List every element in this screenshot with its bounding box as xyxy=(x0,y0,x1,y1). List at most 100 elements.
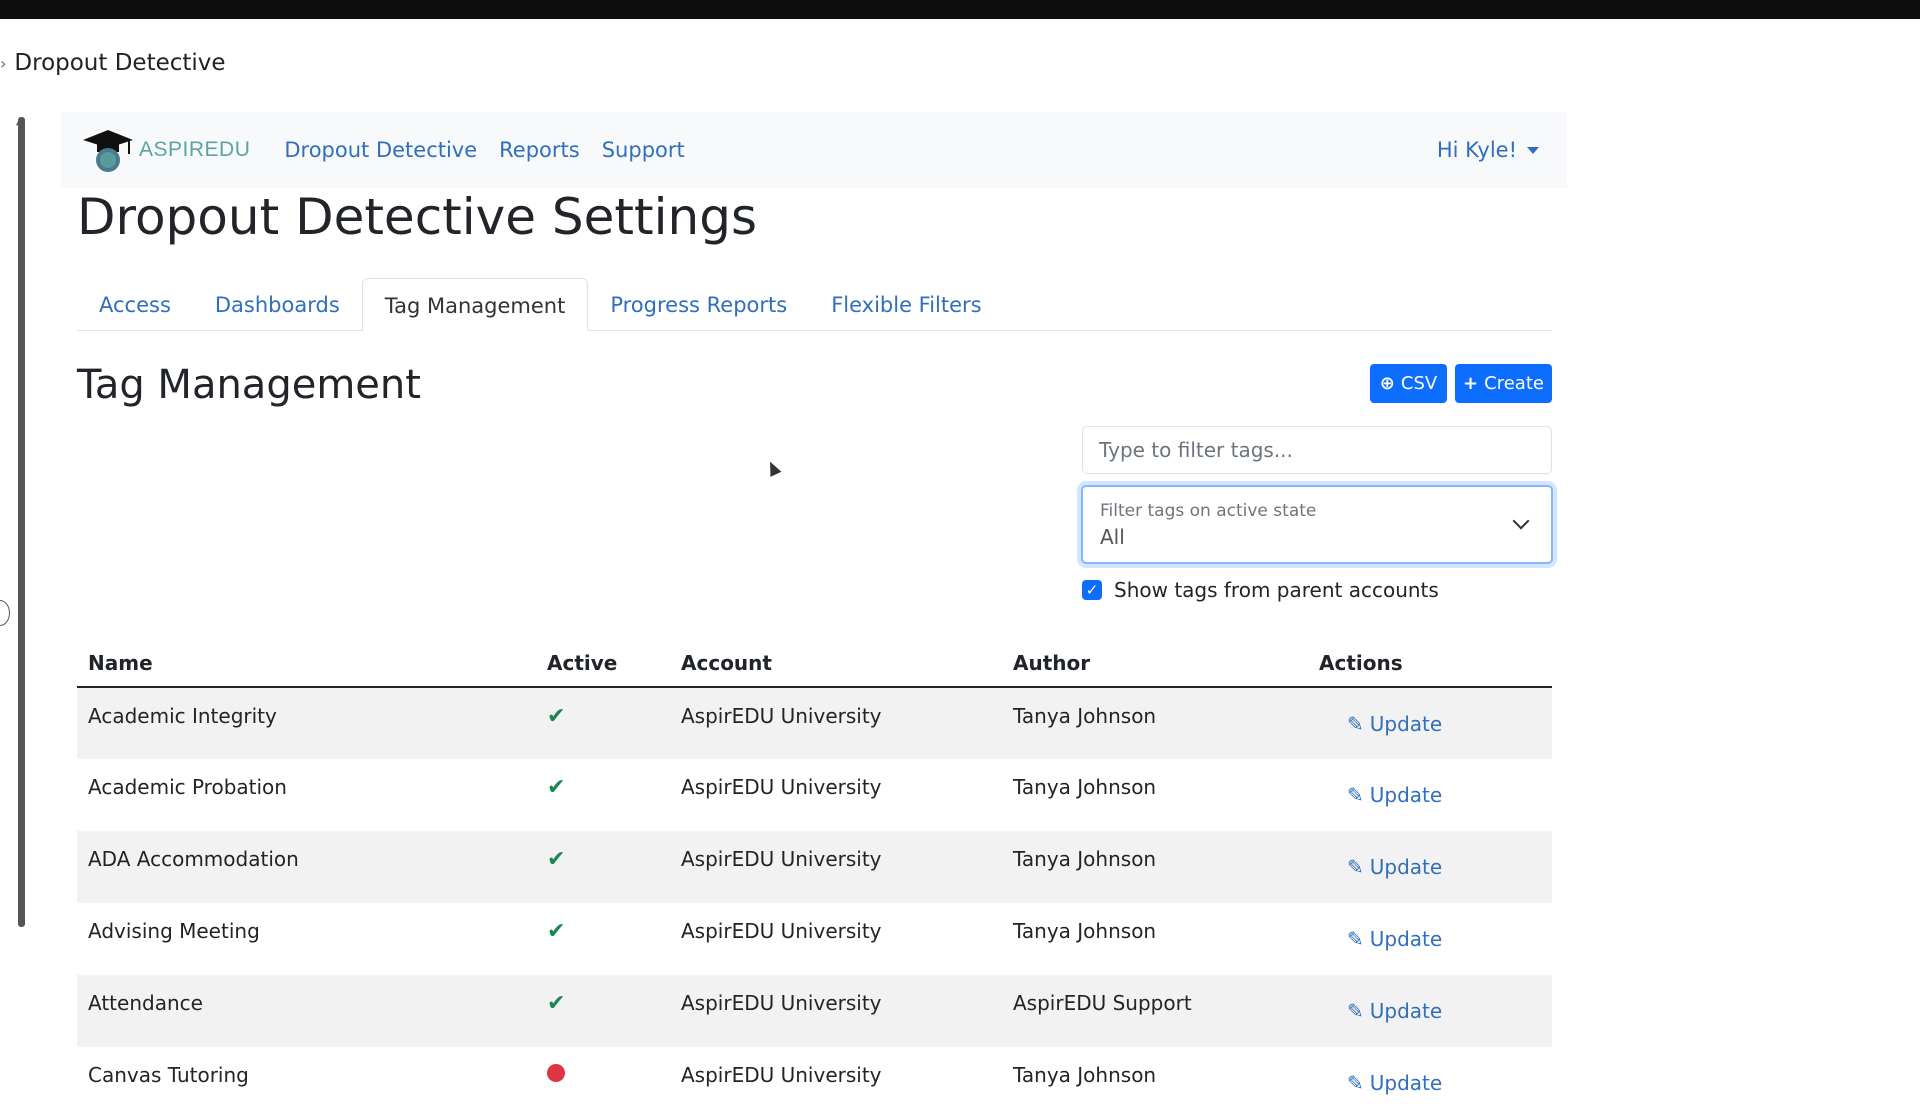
graduation-cap-icon xyxy=(83,130,133,172)
create-button[interactable]: + Create xyxy=(1455,364,1552,403)
section-title: Tag Management xyxy=(77,362,421,408)
side-handle[interactable] xyxy=(0,600,10,626)
nav-link-reports[interactable]: Reports xyxy=(499,138,580,162)
edit-icon: ✎ xyxy=(1347,999,1364,1023)
update-link[interactable]: ✎ Update xyxy=(1319,927,1442,951)
tab-flexible-filters[interactable]: Flexible Filters xyxy=(809,278,1003,330)
tags-table: Name Active Account Author Actions Acade… xyxy=(77,640,1552,1119)
update-label: Update xyxy=(1369,999,1443,1023)
active-status xyxy=(536,1047,670,1119)
header-active[interactable]: Active xyxy=(536,640,670,688)
table-row: Canvas Tutoring AspirEDU University Tany… xyxy=(77,1047,1552,1119)
update-label: Update xyxy=(1369,1071,1443,1095)
table-row: Attendance ✔ AspirEDU University AspirED… xyxy=(77,975,1552,1047)
edit-icon: ✎ xyxy=(1347,1071,1364,1095)
mouse-cursor-icon xyxy=(764,459,782,477)
settings-tabs: Access Dashboards Tag Management Progres… xyxy=(77,278,1552,331)
tab-progress-reports[interactable]: Progress Reports xyxy=(588,278,809,330)
tag-name: Attendance xyxy=(77,975,536,1047)
update-label: Update xyxy=(1369,712,1443,736)
user-menu[interactable]: Hi Kyle! xyxy=(1437,138,1539,162)
tag-author: Tanya Johnson xyxy=(1013,1063,1157,1087)
tab-access[interactable]: Access xyxy=(77,278,193,330)
tag-account: AspirEDU University xyxy=(681,1063,882,1087)
nav-link-support[interactable]: Support xyxy=(602,138,685,162)
tag-actions: ✎ Update xyxy=(1308,687,1552,759)
update-link[interactable]: ✎ Update xyxy=(1319,783,1442,807)
update-link[interactable]: ✎ Update xyxy=(1319,712,1442,736)
tag-account: AspirEDU University xyxy=(670,831,1002,903)
tag-name: Academic Probation xyxy=(88,775,287,799)
tag-name: Academic Integrity xyxy=(77,687,536,759)
tag-account: AspirEDU University xyxy=(670,975,1002,1047)
check-icon: ✔ xyxy=(547,919,566,944)
tag-actions: ✎ Update xyxy=(1308,903,1552,975)
active-status: ✔ xyxy=(536,687,670,759)
edit-icon: ✎ xyxy=(1347,712,1364,736)
check-icon: ✔ xyxy=(547,775,566,800)
table-header-row: Name Active Account Author Actions xyxy=(77,640,1552,688)
parent-accounts-toggle[interactable]: ✓ Show tags from parent accounts xyxy=(1082,578,1439,602)
tag-actions: ✎ Update xyxy=(1308,831,1552,903)
tag-account: AspirEDU University xyxy=(670,687,1002,759)
active-status: ✔ xyxy=(536,975,670,1047)
tag-name: Advising Meeting xyxy=(88,919,260,943)
table-row: Academic Integrity ✔ AspirEDU University… xyxy=(77,687,1552,759)
breadcrumb: › Dropout Detective xyxy=(0,46,226,80)
tag-name: ADA Accommodation xyxy=(77,831,536,903)
check-icon: ✔ xyxy=(547,847,566,872)
update-link[interactable]: ✎ Update xyxy=(1319,999,1442,1023)
active-state-select[interactable]: Filter tags on active state All xyxy=(1081,485,1553,564)
brand-text: ASPIREDU xyxy=(139,138,251,161)
header-author[interactable]: Author xyxy=(1002,640,1308,688)
check-icon: ✔ xyxy=(547,991,566,1016)
tab-tag-management[interactable]: Tag Management xyxy=(361,278,589,331)
active-status: ✔ xyxy=(536,831,670,903)
brand-logo[interactable]: ASPIREDU xyxy=(79,126,250,174)
edit-icon: ✎ xyxy=(1347,783,1364,807)
update-label: Update xyxy=(1369,783,1443,807)
csv-button-label: CSV xyxy=(1400,373,1438,394)
table-row: Academic Probation ✔ AspirEDU University… xyxy=(77,759,1552,831)
chevron-down-icon xyxy=(1512,512,1530,530)
update-label: Update xyxy=(1369,927,1443,951)
user-greeting: Hi Kyle! xyxy=(1436,138,1517,162)
window-top-bar xyxy=(0,0,1920,19)
active-status: ✔ xyxy=(536,903,670,975)
inactive-icon xyxy=(547,1064,565,1082)
caret-down-icon xyxy=(1527,146,1539,154)
csv-button[interactable]: ⊕ CSV xyxy=(1370,364,1447,403)
select-value: All xyxy=(1100,525,1125,549)
tag-actions: ✎ Update xyxy=(1308,975,1552,1047)
nav-link-dropout-detective[interactable]: Dropout Detective xyxy=(284,138,477,162)
tag-actions: ✎ Update xyxy=(1308,759,1552,831)
top-navbar: ASPIREDU Dropout Detective Reports Suppo… xyxy=(61,112,1567,188)
tab-dashboards[interactable]: Dashboards xyxy=(193,278,362,330)
chevron-right-icon[interactable]: › xyxy=(0,54,6,73)
table-row: ADA Accommodation ✔ AspirEDU University … xyxy=(77,831,1552,903)
tag-author: Tanya Johnson xyxy=(1013,919,1157,943)
breadcrumb-title: Dropout Detective xyxy=(14,50,226,76)
tag-filter-input[interactable]: Type to filter tags... xyxy=(1082,426,1552,474)
download-circle-icon: ⊕ xyxy=(1379,373,1395,394)
header-name[interactable]: Name xyxy=(77,640,536,688)
header-account[interactable]: Account xyxy=(670,640,1002,688)
active-status: ✔ xyxy=(536,759,670,831)
tag-name: Canvas Tutoring xyxy=(88,1063,249,1087)
select-label: Filter tags on active state xyxy=(1100,501,1317,521)
tag-filter-placeholder: Type to filter tags... xyxy=(1099,438,1293,462)
tag-account: AspirEDU University xyxy=(681,919,882,943)
tag-author: Tanya Johnson xyxy=(1013,775,1157,799)
scrollbar[interactable] xyxy=(18,117,25,927)
tag-author: Tanya Johnson xyxy=(1002,831,1308,903)
parent-accounts-checkbox[interactable]: ✓ xyxy=(1082,580,1102,600)
tag-author: Tanya Johnson xyxy=(1002,687,1308,759)
update-label: Update xyxy=(1369,855,1443,879)
plus-icon: + xyxy=(1463,373,1479,394)
tag-author: AspirEDU Support xyxy=(1002,975,1308,1047)
update-link[interactable]: ✎ Update xyxy=(1319,1071,1442,1095)
tag-actions: ✎ Update xyxy=(1308,1047,1552,1119)
tag-account: AspirEDU University xyxy=(681,775,882,799)
update-link[interactable]: ✎ Update xyxy=(1319,855,1442,879)
create-button-label: Create xyxy=(1484,373,1544,394)
